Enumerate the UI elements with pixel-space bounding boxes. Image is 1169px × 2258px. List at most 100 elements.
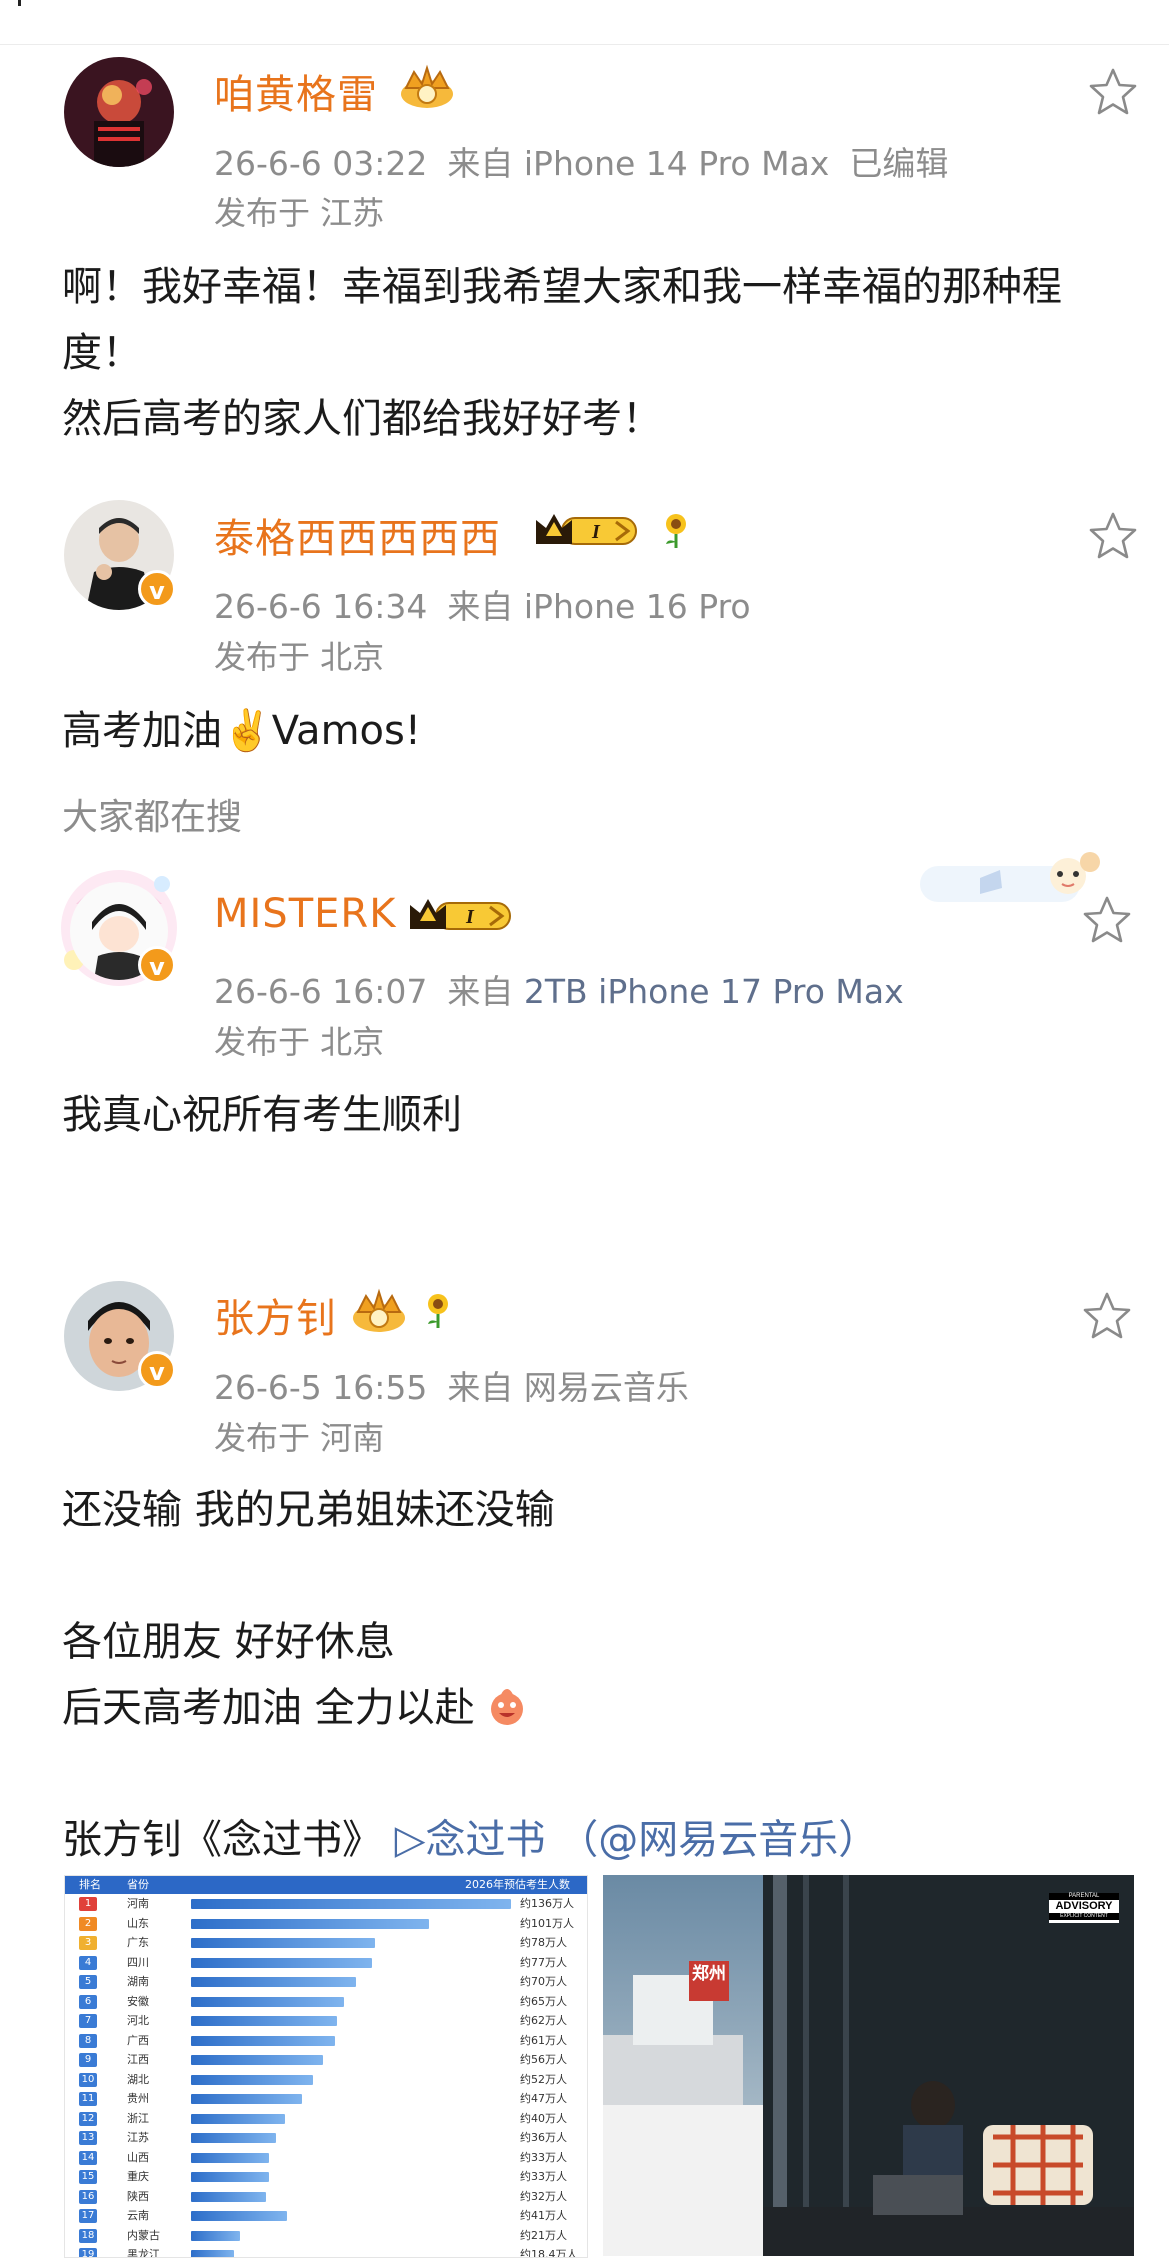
avatar[interactable]: v — [61, 870, 177, 986]
svg-text:I: I — [591, 521, 601, 543]
rank-province: 河南 — [127, 1897, 149, 1910]
album-cover-image[interactable]: PARENTAL ADVISORY EXPLICIT CONTENT 郑州 — [603, 1875, 1134, 2256]
rank-value: 约41万人 — [520, 2209, 567, 2222]
star-icon[interactable] — [1081, 1290, 1133, 1342]
avatar[interactable]: v — [64, 1281, 176, 1391]
star-icon[interactable] — [1087, 510, 1139, 562]
post-text-line: 然后高考的家人们都给我好好考！ — [62, 396, 662, 442]
rank-province: 江西 — [127, 2053, 149, 2066]
crown-badge-icon — [401, 64, 453, 108]
rank-province: 河北 — [127, 2014, 149, 2027]
rank-bar — [191, 1996, 344, 2007]
post-text-line: 我真心祝所有考生顺利 — [62, 1092, 462, 1138]
rank-row: 7 河北 约62万人 — [65, 2011, 587, 2031]
edited-label: 已编辑 — [849, 144, 949, 183]
rank-number: 6 — [79, 1994, 97, 2009]
rank-value: 约78万人 — [520, 1936, 567, 1949]
rank-value: 约33万人 — [520, 2150, 567, 2164]
star-icon[interactable] — [1087, 66, 1139, 118]
rank-value: 约70万人 — [520, 1975, 567, 1988]
rank-row: 19 黑龙江 约18.4万人 — [65, 2245, 587, 2258]
rank-bar — [191, 2035, 335, 2046]
rank-number: 7 — [79, 2014, 97, 2028]
verified-badge-icon: v — [138, 946, 176, 984]
username[interactable]: 咱黄格雷 — [214, 62, 378, 120]
avatar[interactable] — [64, 57, 174, 167]
building-sign: 郑州 — [692, 1964, 726, 1984]
post-meta: 26-6-6 16:34 来自 iPhone 16 Pro — [214, 580, 751, 628]
rank-number: 8 — [79, 2033, 97, 2048]
source-prefix: 来自 — [447, 972, 514, 1011]
exam-ranking-image[interactable]: 排名 省份 2026年预估考生人数 1 河南 约136万人 2 山东 约101万人 3 广东约… — [64, 1875, 588, 2258]
rank-number: 14 — [79, 2150, 97, 2165]
rank-row: 13 江苏 约36万人 — [65, 2128, 587, 2148]
music-link[interactable]: ▷念过书 — [395, 1817, 546, 1863]
source-device: iPhone 14 Pro Max — [523, 144, 830, 183]
rank-row: 17 云南 约41万人 — [65, 2206, 587, 2226]
rank-province: 广东 — [127, 1936, 149, 1949]
rank-number: 12 — [79, 2111, 97, 2126]
rank-number: 4 — [79, 1955, 97, 1970]
post-text-line — [62, 1543, 1139, 1609]
rank-number: 17 — [79, 2209, 97, 2223]
post-text-line: 高考加油✌️Vamos! — [62, 708, 421, 754]
rank-table-header: 排名 省份 2026年预估考生人数 — [65, 1876, 587, 1894]
rank-bar — [191, 1938, 375, 1948]
rank-row: 9 江西 约56万人 — [65, 2050, 587, 2070]
rank-value: 约65万人 — [520, 1994, 567, 2008]
rank-row: 14 山西 约33万人 — [65, 2148, 587, 2168]
rank-province: 山西 — [127, 2150, 149, 2164]
rank-value: 约32万人 — [520, 2189, 567, 2203]
cheer-emoji-icon — [491, 1689, 524, 1725]
rank-bar — [191, 2113, 285, 2124]
rank-row: 1 河南 约136万人 — [65, 1894, 587, 1914]
rank-row: 10 湖北 约52万人 — [65, 2070, 587, 2090]
rank-header-rank: 排名 — [79, 1878, 101, 1891]
music-source-link[interactable]: （@网易云音乐） — [558, 1817, 878, 1863]
username[interactable]: MISTERK — [214, 891, 396, 937]
rank-row: 4 四川 约77万人 — [65, 1953, 587, 1973]
post-text-line: 还没输 我的兄弟姐妹还没输 — [62, 1487, 555, 1533]
advisory-top-text: PARENTAL — [1049, 1893, 1119, 1900]
rank-row: 12 浙江 约40万人 — [65, 2109, 587, 2129]
rank-province: 湖南 — [127, 1975, 149, 1988]
rank-province: 重庆 — [127, 2170, 149, 2183]
username[interactable]: 张方钊 — [214, 1286, 337, 1344]
rank-bar — [191, 2016, 337, 2026]
star-icon[interactable] — [1081, 894, 1133, 946]
rank-value: 约47万人 — [520, 2092, 567, 2105]
rank-province: 黑龙江 — [127, 2248, 160, 2258]
rank-number: 18 — [79, 2228, 97, 2243]
rank-value: 约101万人 — [520, 1916, 574, 1930]
music-line: 张方钊《念过书》 ▷念过书 （@网易云音乐） — [62, 1807, 1139, 1873]
everyone-searching-label[interactable]: 大家都在搜 — [62, 788, 242, 840]
rank-header-province: 省份 — [127, 1878, 149, 1891]
rank-number: 19 — [79, 2248, 97, 2257]
rank-value: 约61万人 — [520, 2033, 567, 2047]
rank-value: 约56万人 — [520, 2053, 567, 2066]
rank-value: 约136万人 — [520, 1897, 574, 1910]
post-text: 高考加油✌️Vamos! — [62, 698, 1139, 764]
rank-province: 湖北 — [127, 2072, 149, 2086]
username[interactable]: 泰格西西西西西 — [214, 506, 501, 564]
advisory-bottom-text: EXPLICIT CONTENT — [1049, 1913, 1119, 1920]
rank-bar — [191, 2094, 302, 2104]
verified-badge-icon: v — [138, 1351, 176, 1389]
avatar-photo — [64, 57, 174, 167]
post-text-line: 啊！我好幸福！幸福到我希望大家和我一样幸福的那种程 — [62, 264, 1062, 310]
avatar[interactable]: v — [64, 500, 176, 610]
post-time: 26-6-6 16:34 — [214, 587, 428, 626]
parental-advisory-label: PARENTAL ADVISORY EXPLICIT CONTENT — [1049, 1893, 1119, 1923]
post-location: 发布于 北京 — [214, 1023, 385, 1061]
post-time: 26-6-6 03:22 — [214, 144, 428, 183]
source-device[interactable]: 2TB iPhone 17 Pro Max — [524, 972, 904, 1011]
source-device: iPhone 16 Pro — [523, 587, 751, 626]
rank-number: 9 — [79, 2053, 97, 2067]
rank-value: 约62万人 — [520, 2014, 567, 2027]
rank-province: 浙江 — [127, 2111, 149, 2125]
rank-province: 陕西 — [127, 2189, 149, 2203]
post-text: 我真心祝所有考生顺利 — [62, 1082, 1139, 1148]
rank-header-count: 2026年预估考生人数 — [465, 1878, 570, 1891]
rank-number: 13 — [79, 2131, 97, 2145]
